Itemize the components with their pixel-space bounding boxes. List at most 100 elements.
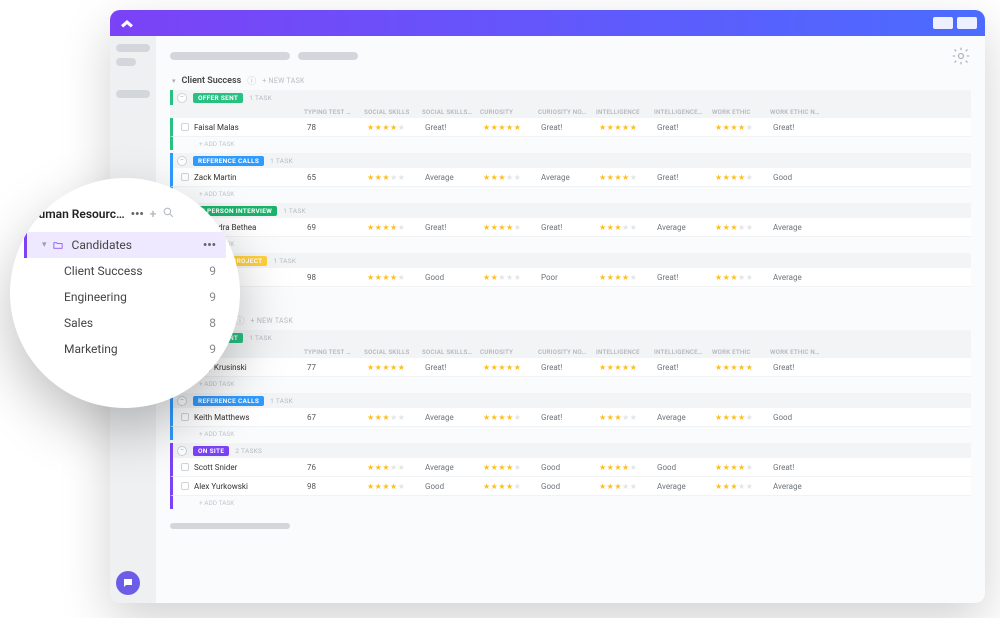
- section-header[interactable]: ▾Client Successⓘ+ NEW TASK: [172, 74, 971, 87]
- status-group-header[interactable]: –OFFER SENT1 TASK: [170, 90, 971, 105]
- column-header[interactable]: WORK ETHIC: [708, 348, 766, 356]
- candidate-row[interactable]: Faisal Malas78★★★★★Great!★★★★★Great!★★★★…: [170, 118, 971, 137]
- space-header[interactable]: Human Resourc… ••• +: [24, 206, 226, 222]
- star-rating: ★★★★★: [367, 273, 405, 282]
- group-task-count: 1 TASK: [270, 397, 293, 405]
- settings-button[interactable]: [951, 46, 971, 66]
- row-status-box[interactable]: [181, 413, 189, 421]
- sidebar-item-count: 8: [209, 316, 216, 330]
- row-status-box[interactable]: [181, 482, 189, 490]
- intel-note: Great!: [653, 173, 711, 182]
- typing-wpm: 67: [303, 413, 363, 422]
- star-rating: ★★★★★: [483, 413, 521, 422]
- collapse-toggle[interactable]: –: [177, 396, 187, 406]
- column-header[interactable]: TYPING TEST WPM: [300, 108, 360, 116]
- add-task-button[interactable]: + ADD TASK: [170, 377, 971, 390]
- column-header[interactable]: WORK ETHIC NOTES: [766, 108, 824, 116]
- candidate-row[interactable]: Alex Yurkowski98★★★★★Good★★★★★Good★★★★★A…: [170, 477, 971, 496]
- collapse-toggle[interactable]: –: [177, 93, 187, 103]
- add-item-button[interactable]: +: [150, 207, 157, 221]
- star-rating: ★★★★★: [483, 173, 521, 182]
- column-header[interactable]: CURIOSITY: [476, 348, 534, 356]
- sidebar-item-count: 9: [209, 342, 216, 356]
- sidebar-item-candidates[interactable]: ▾ Candidates •••: [24, 232, 226, 258]
- star-rating: ★★★★★: [599, 123, 637, 132]
- row-status-box[interactable]: [181, 173, 189, 181]
- collapse-toggle[interactable]: –: [177, 446, 187, 456]
- info-icon[interactable]: ⓘ: [247, 74, 256, 87]
- curiosity-note: Great!: [537, 363, 595, 372]
- add-task-button[interactable]: + ADD TASK: [170, 427, 971, 440]
- column-header[interactable]: INTELLIGENCE: [592, 108, 650, 116]
- status-group-header[interactable]: –REFERENCE CALLS1 TASK: [170, 153, 971, 168]
- star-rating: ★★★★★: [367, 363, 405, 372]
- star-rating: ★★★★★: [367, 123, 405, 132]
- chevron-down-icon: ▾: [172, 77, 176, 85]
- star-rating: ★★★★★: [483, 123, 521, 132]
- candidate-row[interactable]: Scott Snider76★★★★★Average★★★★★Good★★★★★…: [170, 458, 971, 477]
- status-group-header[interactable]: –OFFER SENT1 TASK: [170, 330, 971, 345]
- candidate-row[interactable]: Alexandra Bethea69★★★★★Great!★★★★★Great!…: [170, 218, 971, 237]
- social-note: Great!: [421, 363, 479, 372]
- sidebar-item[interactable]: Marketing 9: [24, 336, 226, 362]
- add-task-button[interactable]: + ADD TASK: [170, 496, 971, 509]
- row-status-box[interactable]: [181, 463, 189, 471]
- column-header[interactable]: SOCIAL SKILLS NOTES: [418, 348, 476, 356]
- sidebar-item-label: Engineering: [64, 290, 127, 304]
- sidebar-item[interactable]: Sales8: [24, 310, 226, 336]
- column-header[interactable]: TYPING TEST WPM: [300, 348, 360, 356]
- typing-wpm: 78: [303, 123, 363, 132]
- social-note: Great!: [421, 223, 479, 232]
- star-rating: ★★★★★: [367, 482, 405, 491]
- column-header[interactable]: WORK ETHIC NOTES: [766, 348, 824, 356]
- star-rating: ★★★★★: [483, 363, 521, 372]
- candidate-name: Alex Yurkowski: [194, 482, 248, 491]
- add-task-button[interactable]: + ADD TASK: [170, 187, 971, 200]
- candidate-row[interactable]: Brandi West98★★★★★Good★★★★★Poor★★★★★Grea…: [170, 268, 971, 287]
- sidebar-item[interactable]: Engineering9: [24, 284, 226, 310]
- sidebar-item-label: Marketing: [64, 342, 118, 356]
- item-menu-icon[interactable]: •••: [203, 238, 216, 252]
- curiosity-note: Good: [537, 463, 595, 472]
- status-group-header[interactable]: –IN PERSON INTERVIEW1 TASK: [170, 203, 971, 218]
- status-group-header[interactable]: –RECEIVED PROJECT1 TASK: [170, 253, 971, 268]
- column-header[interactable]: WORK ETHIC: [708, 108, 766, 116]
- candidate-row[interactable]: Keith Matthews67★★★★★Average★★★★★Great!★…: [170, 408, 971, 427]
- star-rating: ★★★★★: [599, 463, 637, 472]
- column-header[interactable]: SOCIAL SKILLS: [360, 348, 418, 356]
- column-header[interactable]: INTELLIGENCE NOTES: [650, 108, 708, 116]
- chat-fab[interactable]: [116, 571, 140, 595]
- window-minimize-button[interactable]: [933, 17, 953, 29]
- row-status-box[interactable]: [181, 123, 189, 131]
- column-header[interactable]: SOCIAL SKILLS: [360, 108, 418, 116]
- star-rating: ★★★★★: [483, 482, 521, 491]
- new-task-button[interactable]: + NEW TASK: [262, 77, 305, 85]
- search-button[interactable]: [162, 206, 175, 222]
- column-header[interactable]: SOCIAL SKILLS NOTES: [418, 108, 476, 116]
- status-group-header[interactable]: –ON SITE2 TASKS: [170, 443, 971, 458]
- social-note: Average: [421, 413, 479, 422]
- column-header[interactable]: INTELLIGENCE: [592, 348, 650, 356]
- column-header[interactable]: CURIOSITY NOTES: [534, 108, 592, 116]
- new-task-button[interactable]: + NEW TASK: [251, 317, 294, 325]
- add-task-button[interactable]: + ADD TASK: [170, 237, 971, 250]
- column-header[interactable]: INTELLIGENCE NOTES: [650, 348, 708, 356]
- breadcrumb: [170, 46, 971, 66]
- window-maximize-button[interactable]: [957, 17, 977, 29]
- sidebar-item[interactable]: Client Success9: [24, 258, 226, 284]
- candidate-row[interactable]: Jerry Krusinski77★★★★★Great!★★★★★Great!★…: [170, 358, 971, 377]
- space-menu-icon[interactable]: •••: [131, 207, 144, 221]
- collapse-toggle[interactable]: –: [177, 156, 187, 166]
- status-group-header[interactable]: –REFERENCE CALLS1 TASK: [170, 393, 971, 408]
- column-header[interactable]: CURIOSITY: [476, 108, 534, 116]
- typing-wpm: 77: [303, 363, 363, 372]
- candidate-row[interactable]: Zack Martin65★★★★★Average★★★★★Average★★★…: [170, 168, 971, 187]
- column-header[interactable]: CURIOSITY NOTES: [534, 348, 592, 356]
- social-note: Average: [421, 463, 479, 472]
- star-rating: ★★★★★: [715, 223, 753, 232]
- add-task-button[interactable]: + ADD TASK: [170, 137, 971, 150]
- section-header[interactable]: ▾Engineeringⓘ+ NEW TASK: [172, 314, 971, 327]
- add-task-button[interactable]: + ADD TASK: [170, 287, 971, 300]
- intel-note: Good: [653, 463, 711, 472]
- columns-header: TYPING TEST WPMSOCIAL SKILLSSOCIAL SKILL…: [170, 345, 971, 358]
